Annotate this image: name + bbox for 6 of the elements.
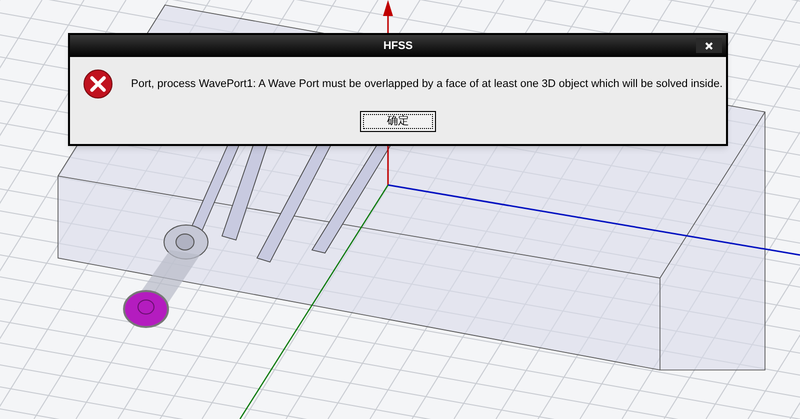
close-icon (705, 42, 713, 50)
error-icon (83, 69, 113, 99)
dialog-title: HFSS (383, 38, 413, 54)
ok-button[interactable]: 确定 (360, 111, 436, 132)
error-message: Port, process WavePort1: A Wave Port must be overlapped by a face of at least one 3D object which will be solved inside. (131, 76, 723, 92)
close-button[interactable] (696, 38, 722, 53)
